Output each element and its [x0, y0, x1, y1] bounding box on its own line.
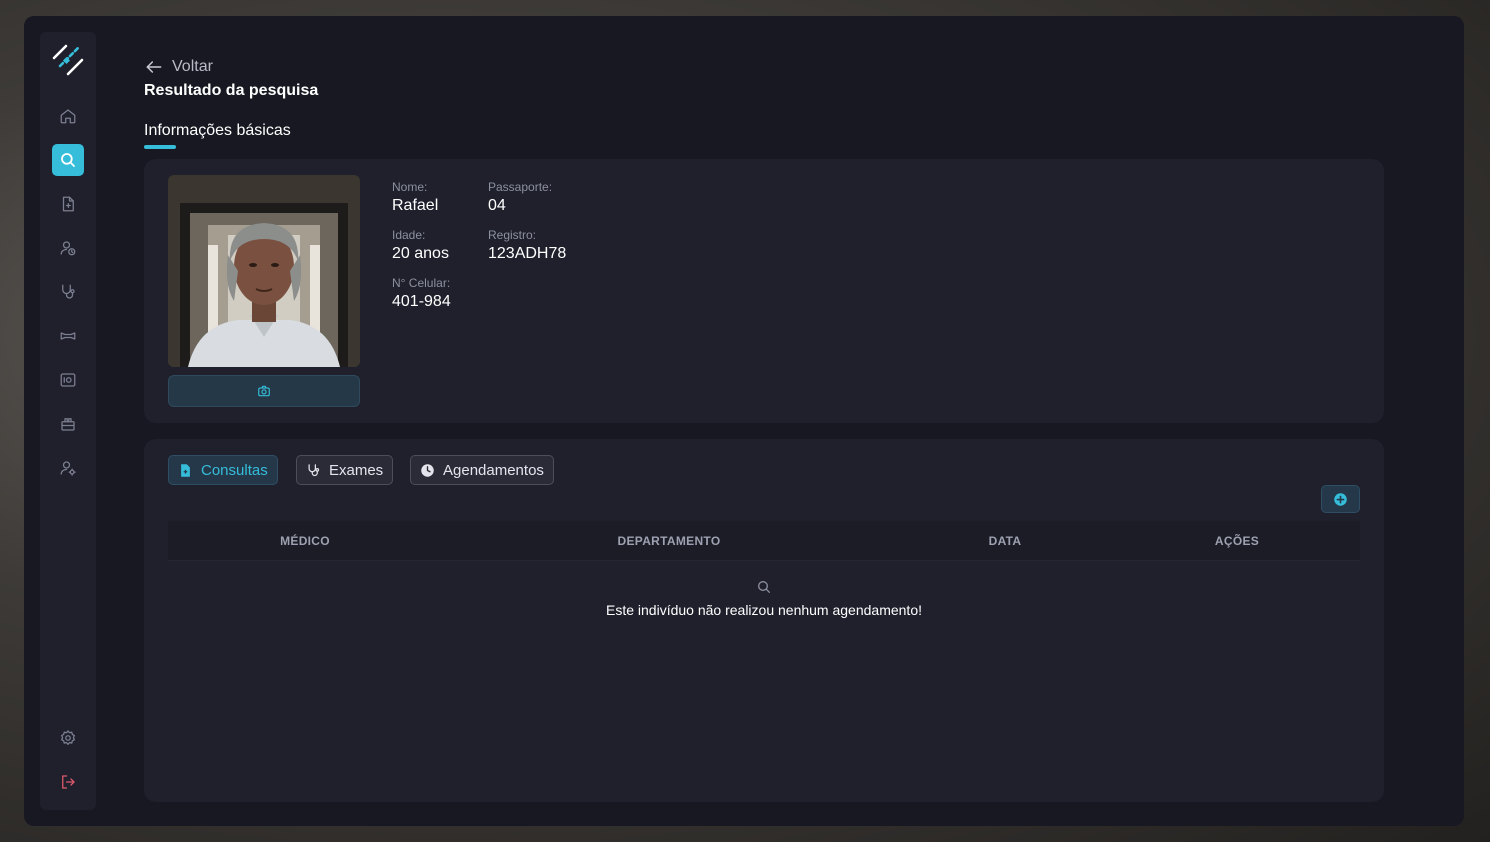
tab-exames-label: Exames — [329, 461, 384, 479]
logo-icon — [52, 44, 84, 76]
user-settings-icon — [60, 461, 76, 476]
medkit-icon — [61, 418, 75, 431]
sidebar-item-search[interactable] — [52, 144, 84, 176]
column-header-departamento[interactable]: DEPARTAMENTO — [618, 534, 721, 548]
field-registry-value: 123ADH78 — [488, 245, 567, 262]
field-phone-value: 401-984 — [392, 293, 451, 310]
document-icon — [62, 196, 74, 212]
tab-underline — [144, 145, 176, 149]
field-phone-label: N° Celular: — [392, 276, 451, 290]
home-icon — [60, 109, 76, 124]
field-age-value: 20 anos — [392, 245, 449, 262]
sidebar-item-medkit[interactable] — [52, 408, 84, 440]
field-passport-label: Passaporte: — [488, 180, 553, 194]
sidebar — [40, 32, 96, 810]
field-passport: Passaporte: 04 — [488, 180, 552, 215]
tab-consultas-label: Consultas — [201, 461, 268, 479]
user-clock-icon — [60, 241, 76, 256]
back-link[interactable]: Voltar — [144, 57, 213, 77]
field-age: Idade: 20 anos — [392, 228, 449, 263]
tab-agendamentos[interactable]: Agendamentos — [410, 455, 554, 485]
sidebar-item-exams[interactable] — [52, 276, 84, 308]
xray-icon — [60, 373, 76, 387]
records-card: Consultas Exames Agendamentos MÉDICO DEP… — [144, 439, 1384, 802]
empty-state: Este indivíduo não realizou nenhum agend… — [144, 579, 1384, 618]
logout-icon — [62, 775, 75, 789]
table-header: MÉDICO DEPARTAMENTO DATA AÇÕES — [168, 521, 1360, 561]
sidebar-item-xray[interactable] — [52, 364, 84, 396]
stethoscope-icon — [308, 463, 320, 476]
main-content: Voltar Resultado da pesquisa Informações… — [144, 16, 1384, 826]
field-name-label: Nome: — [392, 180, 428, 194]
sidebar-item-user-settings[interactable] — [52, 452, 84, 484]
tab-agendamentos-label: Agendamentos — [443, 461, 544, 479]
settings-icon — [60, 730, 76, 746]
bandage-icon — [60, 332, 76, 340]
take-photo-button[interactable] — [168, 375, 360, 407]
field-phone: N° Celular: 401-984 — [392, 276, 451, 311]
search-icon — [61, 153, 75, 167]
empty-state-message: Este indivíduo não realizou nenhum agend… — [606, 602, 922, 618]
search-icon — [758, 581, 770, 593]
sidebar-item-logout[interactable] — [52, 766, 84, 798]
camera-icon — [258, 385, 270, 397]
profile-photo — [168, 175, 360, 367]
page-title: Resultado da pesquisa — [144, 82, 319, 99]
sidebar-item-home[interactable] — [52, 100, 84, 132]
sidebar-item-patients[interactable] — [52, 232, 84, 264]
field-name: Nome: Rafael — [392, 180, 438, 215]
clock-icon — [421, 463, 434, 477]
arrow-left-icon — [146, 61, 162, 73]
field-age-label: Idade: — [392, 228, 426, 242]
tab-basic-info[interactable]: Informações básicas — [144, 122, 291, 140]
document-icon — [181, 463, 190, 477]
column-header-acoes[interactable]: AÇÕES — [1215, 534, 1259, 548]
plus-circle-icon — [1334, 492, 1347, 506]
app-window: Voltar Resultado da pesquisa Informações… — [24, 16, 1464, 826]
basic-info-card: Nome: Rafael Passaporte: 04 Idade: 20 an… — [144, 159, 1384, 423]
sidebar-item-bandages[interactable] — [52, 320, 84, 352]
field-passport-value: 04 — [488, 197, 506, 214]
field-name-value: Rafael — [392, 197, 439, 214]
sidebar-item-settings[interactable] — [52, 722, 84, 754]
back-label: Voltar — [172, 58, 213, 75]
column-header-data[interactable]: DATA — [989, 534, 1022, 548]
field-registry: Registro: 123ADH78 — [488, 228, 566, 263]
tab-consultas[interactable]: Consultas — [168, 455, 278, 485]
tab-exames[interactable]: Exames — [296, 455, 394, 485]
column-header-medico[interactable]: MÉDICO — [280, 534, 330, 548]
sidebar-item-documents[interactable] — [52, 188, 84, 220]
field-registry-label: Registro: — [488, 228, 537, 242]
stethoscope-icon — [62, 284, 75, 299]
add-record-button[interactable] — [1321, 485, 1360, 513]
